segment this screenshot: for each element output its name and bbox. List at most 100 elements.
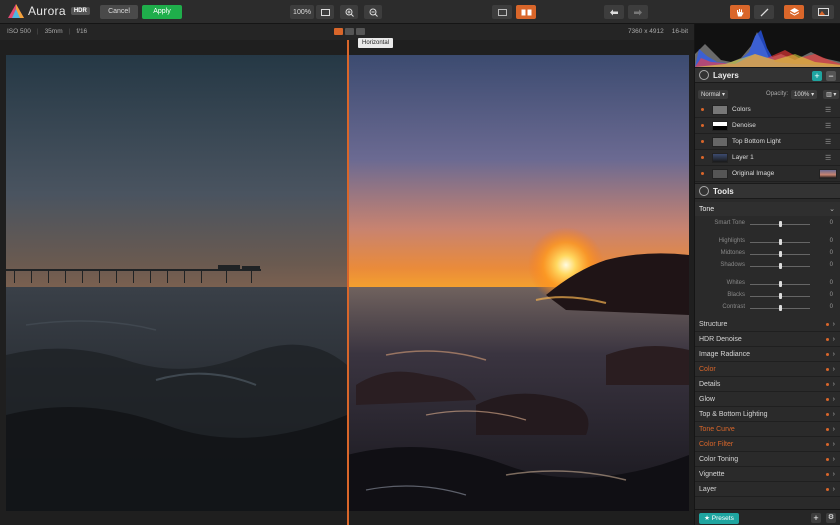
- adjust-icon[interactable]: ☰: [825, 138, 835, 146]
- visibility-icon[interactable]: [701, 108, 704, 111]
- filter-item[interactable]: Color Filter ›: [695, 438, 840, 452]
- separator: |: [36, 28, 39, 35]
- logo-badge: HDR: [70, 7, 90, 15]
- filter-status-dot: [825, 473, 829, 476]
- chevron-right-icon[interactable]: ›: [833, 426, 835, 433]
- filter-item[interactable]: Structure ›: [695, 318, 840, 332]
- visibility-icon[interactable]: [701, 124, 704, 127]
- split-view-button[interactable]: [516, 5, 536, 19]
- preset-settings-button[interactable]: ⚙: [826, 513, 836, 523]
- filter-name: Color: [699, 366, 716, 373]
- slider-knob[interactable]: [778, 251, 782, 257]
- layer-item[interactable]: Layer 1 ☰: [695, 150, 840, 166]
- brush-icon: [760, 8, 768, 16]
- tools-section-header[interactable]: Tools: [695, 183, 840, 199]
- slider-knob[interactable]: [778, 239, 782, 245]
- chevron-right-icon[interactable]: ›: [833, 351, 835, 358]
- filter-item[interactable]: Color ›: [695, 363, 840, 377]
- add-layer-button[interactable]: +: [812, 71, 822, 81]
- hand-tool-button[interactable]: [730, 5, 750, 19]
- fit-screen-button[interactable]: [316, 5, 334, 19]
- split-divider-handle[interactable]: [347, 40, 349, 525]
- adjust-icon[interactable]: ☰: [825, 122, 835, 130]
- single-view-button[interactable]: [492, 5, 512, 19]
- slider-value: 0: [829, 262, 833, 268]
- tone-slider-row: Blacks 0: [695, 290, 840, 302]
- original-image-thumbnail: [819, 168, 837, 179]
- chevron-right-icon[interactable]: ›: [833, 381, 835, 388]
- layer-mask-menu[interactable]: ▥ ▾: [823, 89, 840, 99]
- chevron-right-icon[interactable]: ›: [833, 366, 835, 373]
- filter-item[interactable]: Color Toning ›: [695, 453, 840, 467]
- zoom-100-button[interactable]: 100%: [290, 5, 314, 19]
- aperture-value: f/16: [76, 28, 88, 35]
- tone-slider-row: Highlights 0: [695, 236, 840, 248]
- undo-icon: [610, 9, 618, 15]
- remove-layer-button[interactable]: −: [826, 71, 836, 81]
- visibility-icon[interactable]: [701, 172, 704, 175]
- presets-panel-button[interactable]: [812, 5, 834, 19]
- filter-status-dot: [825, 323, 829, 326]
- add-preset-button[interactable]: +: [811, 513, 821, 523]
- chevron-right-icon[interactable]: ›: [833, 321, 835, 328]
- filter-item[interactable]: HDR Denoise ›: [695, 333, 840, 347]
- filter-item[interactable]: Vignette ›: [695, 468, 840, 482]
- slider-knob[interactable]: [778, 293, 782, 299]
- chevron-right-icon[interactable]: ›: [833, 411, 835, 418]
- layer-name: Denoise: [732, 122, 756, 129]
- redo-button[interactable]: [628, 5, 648, 19]
- filter-name: Color Filter: [699, 441, 734, 448]
- split-vertical-icon[interactable]: [334, 28, 343, 35]
- apply-button[interactable]: Apply: [142, 5, 182, 19]
- adjust-icon[interactable]: ☰: [825, 106, 835, 114]
- filter-status-dot: [825, 398, 829, 401]
- zoom-in-button[interactable]: [340, 5, 358, 19]
- split-view-icon: [521, 9, 531, 15]
- slider-knob[interactable]: [778, 263, 782, 269]
- zoom-out-button[interactable]: [364, 5, 382, 19]
- filter-item[interactable]: Tone Curve ›: [695, 423, 840, 437]
- split-mode-toggle[interactable]: [334, 28, 365, 35]
- tooltip: Horizontal: [358, 38, 394, 48]
- chevron-right-icon[interactable]: ›: [833, 456, 835, 463]
- layer-item[interactable]: Original Image: [695, 166, 840, 182]
- split-horizontal-icon[interactable]: [345, 28, 354, 35]
- redo-icon: [634, 9, 642, 15]
- chevron-down-icon[interactable]: ⌄: [829, 205, 835, 213]
- visibility-icon[interactable]: [701, 156, 704, 159]
- split-mirror-icon[interactable]: [356, 28, 365, 35]
- layers-panel-button[interactable]: [784, 5, 804, 19]
- opacity-select[interactable]: 100% ▾: [791, 89, 818, 99]
- brush-tool-button[interactable]: [754, 5, 774, 19]
- cancel-button[interactable]: Cancel: [100, 5, 138, 19]
- layer-name: Top Bottom Light: [732, 138, 781, 145]
- layer-item[interactable]: Top Bottom Light ☰: [695, 134, 840, 150]
- slider-knob[interactable]: [778, 221, 782, 227]
- chevron-right-icon[interactable]: ›: [833, 396, 835, 403]
- opacity-label: Opacity:: [766, 91, 789, 97]
- filter-item[interactable]: Top & Bottom Lighting ›: [695, 408, 840, 422]
- undo-button[interactable]: [604, 5, 624, 19]
- tone-filter-header[interactable]: Tone ⌄: [695, 202, 840, 216]
- filter-item[interactable]: Layer ›: [695, 483, 840, 497]
- slider-knob[interactable]: [778, 305, 782, 311]
- slider-label: Blacks: [727, 292, 745, 298]
- filter-name: Glow: [699, 396, 715, 403]
- filter-item[interactable]: Image Radiance ›: [695, 348, 840, 362]
- presets-button[interactable]: ★ Presets: [699, 513, 739, 524]
- chevron-right-icon[interactable]: ›: [833, 336, 835, 343]
- chevron-right-icon[interactable]: ›: [833, 486, 835, 493]
- visibility-icon[interactable]: [701, 140, 704, 143]
- layers-section-header[interactable]: Layers + −: [695, 67, 840, 83]
- layer-item[interactable]: Denoise ☰: [695, 118, 840, 134]
- slider-knob[interactable]: [778, 281, 782, 287]
- layer-item[interactable]: Colors ☰: [695, 102, 840, 118]
- image-info-bar: ISO 500 | 35mm | f/16 7360 x 4912 16-bit: [0, 24, 694, 40]
- filter-item[interactable]: Details ›: [695, 378, 840, 392]
- chevron-right-icon[interactable]: ›: [833, 471, 835, 478]
- chevron-right-icon[interactable]: ›: [833, 441, 835, 448]
- blend-mode-select[interactable]: Normal ▾: [698, 89, 729, 99]
- slider-value: 0: [829, 292, 833, 298]
- adjust-icon[interactable]: ☰: [825, 154, 835, 162]
- filter-item[interactable]: Glow ›: [695, 393, 840, 407]
